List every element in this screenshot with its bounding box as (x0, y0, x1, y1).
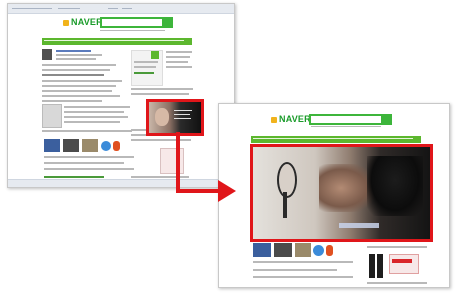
naver-logo-icon (271, 116, 277, 123)
hair-shape (367, 156, 423, 216)
login-button[interactable] (151, 51, 159, 59)
side-ad-price[interactable] (389, 254, 419, 274)
mirror-handle (283, 192, 287, 218)
ad-thumbnail-3[interactable] (82, 139, 98, 152)
ad-thumbnail-4[interactable] (313, 245, 324, 256)
price-tag (392, 259, 412, 263)
news-thumbnail[interactable] (42, 49, 52, 60)
naver-logo[interactable]: NAVER (63, 17, 103, 27)
ad-thumbnail-4[interactable] (101, 141, 111, 151)
ad-thumbnail-1[interactable] (253, 243, 271, 257)
ad-thumbnail-5[interactable] (113, 141, 120, 151)
photo-thumbnail[interactable] (42, 104, 62, 128)
side-ad-banner[interactable] (160, 148, 184, 174)
search-button[interactable] (164, 17, 173, 28)
naver-logo[interactable]: NAVER (271, 114, 311, 124)
video-caption-bar (339, 223, 379, 228)
browser-toolbar (8, 4, 234, 14)
face-image (155, 108, 169, 126)
naver-logo-icon (63, 19, 69, 26)
screenshot-before: NAVER (7, 3, 235, 188)
screenshot-after: NAVER (218, 103, 450, 288)
search-input[interactable] (309, 114, 383, 125)
ad-thumbnail-2[interactable] (274, 243, 292, 257)
search-input[interactable] (100, 17, 164, 28)
ad-thumbnail-1[interactable] (44, 139, 60, 152)
ad-thumbnail-5[interactable] (326, 245, 333, 256)
status-bar (8, 179, 234, 187)
side-ad-boots-2[interactable] (377, 254, 383, 278)
ad-thumbnail-3[interactable] (295, 243, 311, 257)
side-ad-boots[interactable] (369, 254, 375, 278)
mirror-video-frame (277, 162, 297, 198)
search-button[interactable] (383, 114, 392, 125)
ad-thumbnail-2[interactable] (63, 139, 79, 152)
face-image (319, 164, 374, 212)
